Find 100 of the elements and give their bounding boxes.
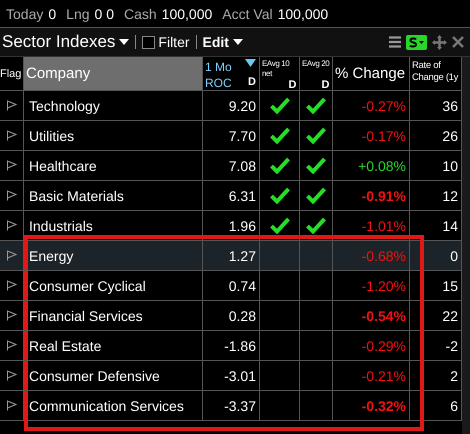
- header-cell[interactable]: EAvg 20 D: [300, 57, 333, 91]
- header-cell[interactable]: EAvg 10 net D: [260, 57, 300, 91]
- column-header[interactable]: Rate of Change (1y: [412, 60, 459, 84]
- flag-icon[interactable]: [6, 220, 17, 231]
- roc-value: 7.70: [228, 128, 256, 144]
- rate-of-change: 2: [450, 368, 458, 384]
- account-value: 100,000: [278, 6, 328, 22]
- flag-cell[interactable]: [0, 181, 24, 211]
- checkmark-icon: [270, 97, 290, 114]
- share-icon[interactable]: [406, 34, 427, 50]
- roc-value: 1.27: [228, 248, 256, 264]
- filter-label: Filter: [158, 34, 190, 50]
- percent-change: -0.21%: [362, 368, 406, 384]
- percent-change: -0.68%: [362, 248, 406, 264]
- close-icon[interactable]: [452, 36, 464, 48]
- percent-change: +0.08%: [358, 158, 406, 174]
- flag-icon[interactable]: [6, 340, 17, 351]
- filter-checkbox[interactable]: [142, 36, 156, 48]
- flag-icon[interactable]: [6, 130, 17, 141]
- company-name: Financial Services: [29, 308, 143, 324]
- company-name: Consumer Cyclical: [29, 278, 146, 294]
- account-label: Acct Val: [222, 6, 273, 22]
- header-cell[interactable]: Company: [24, 57, 203, 91]
- flag-icon[interactable]: [6, 310, 17, 321]
- sort-descending-icon[interactable]: [245, 59, 256, 67]
- checkmark-icon: [270, 157, 290, 174]
- roc-value: 0.74: [228, 278, 256, 294]
- roc-value: 9.20: [228, 98, 256, 114]
- company-name: Technology: [29, 98, 100, 114]
- menu-icon[interactable]: [389, 36, 401, 48]
- flag-cell[interactable]: [0, 91, 24, 121]
- company-name: Industrials: [29, 218, 93, 234]
- percent-change: -0.91%: [362, 188, 406, 204]
- percent-change: -0.32%: [362, 398, 406, 414]
- watchlist-title[interactable]: Sector Indexes: [2, 32, 116, 52]
- flag-cell[interactable]: [0, 151, 24, 181]
- period-label: D: [248, 75, 256, 90]
- rate-of-change: 36: [442, 98, 458, 114]
- account-value: 0 0: [94, 6, 114, 22]
- column-header[interactable]: Flag: [0, 68, 22, 80]
- flag-icon[interactable]: [6, 280, 17, 291]
- roc-value: 6.31: [228, 188, 256, 204]
- account-value: 0: [48, 6, 56, 22]
- checkmark-icon: [306, 97, 326, 114]
- roc-value: 7.08: [228, 158, 256, 174]
- account-label: Today: [6, 6, 44, 22]
- company-name: Consumer Defensive: [29, 368, 160, 384]
- flag-icon[interactable]: [6, 100, 17, 111]
- company-name: Energy: [29, 248, 74, 264]
- rate-of-change: 10: [442, 158, 458, 174]
- column-header[interactable]: Company: [26, 65, 90, 82]
- caret-icon[interactable]: [232, 39, 243, 45]
- scrollbar[interactable]: [462, 57, 470, 434]
- roc-value: 1.96: [228, 218, 256, 234]
- period-label: D: [288, 80, 296, 90]
- flag-cell[interactable]: [0, 121, 24, 151]
- percent-change: -0.27%: [362, 98, 406, 114]
- percent-change: -1.01%: [362, 218, 406, 234]
- rate-of-change: 22: [442, 308, 458, 324]
- company-name: Communication Services: [29, 398, 184, 414]
- checkmark-icon: [270, 127, 290, 144]
- checkmark-icon: [306, 127, 326, 144]
- caret-icon[interactable]: [119, 39, 130, 45]
- edit-menu[interactable]: Edit: [202, 34, 229, 50]
- column-header[interactable]: EAvg 20: [302, 59, 330, 69]
- company-name: Utilities: [29, 128, 74, 144]
- period-label: D: [321, 80, 329, 90]
- account-label: Lng: [66, 6, 90, 22]
- column-header[interactable]: % Change: [335, 65, 406, 82]
- roc-value: -1.86: [224, 338, 256, 354]
- column-header[interactable]: 1 Mo ROC: [205, 59, 241, 91]
- rate-of-change: 12: [442, 188, 458, 204]
- header-cell[interactable]: % Change: [333, 57, 410, 91]
- checkmark-icon: [306, 217, 326, 234]
- roc-value: -3.37: [224, 398, 256, 414]
- company-name: Basic Materials: [29, 188, 124, 204]
- percent-change: -0.17%: [362, 128, 406, 144]
- rate-of-change: 0: [450, 248, 458, 264]
- flag-icon[interactable]: [6, 400, 17, 411]
- checkmark-icon: [270, 187, 290, 204]
- roc-value: 0.28: [228, 308, 256, 324]
- flag-icon[interactable]: [6, 250, 17, 261]
- flag-icon[interactable]: [6, 370, 17, 381]
- flag-icon[interactable]: [6, 160, 17, 171]
- checkmark-icon: [306, 187, 326, 204]
- percent-change: -0.54%: [362, 308, 406, 324]
- rate-of-change: 15: [442, 278, 458, 294]
- roc-value: -3.01: [224, 368, 256, 384]
- company-name: Healthcare: [29, 158, 97, 174]
- account-label: Cash: [124, 6, 157, 22]
- move-icon[interactable]: [432, 34, 447, 50]
- percent-change: -1.20%: [362, 278, 406, 294]
- account-value: 100,000: [162, 6, 212, 22]
- rate-of-change: 26: [442, 128, 458, 144]
- percent-change: -0.29%: [362, 338, 406, 354]
- flag-icon[interactable]: [6, 190, 17, 201]
- header-cell[interactable]: 1 Mo ROC D: [203, 57, 260, 91]
- column-header[interactable]: EAvg 10 net: [262, 59, 297, 79]
- rate-of-change: 6: [450, 398, 458, 414]
- checkmark-icon: [306, 157, 326, 174]
